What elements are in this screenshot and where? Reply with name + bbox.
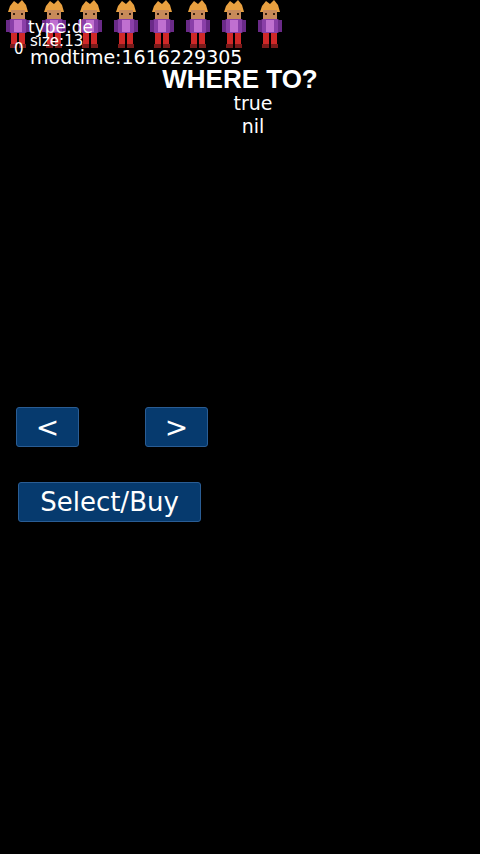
- character-sprite-icon: [220, 0, 248, 48]
- next-button[interactable]: >: [145, 407, 208, 447]
- nav-row: <>: [0, 407, 480, 447]
- character-sprite-icon: [4, 0, 32, 48]
- game-screen: type:desize:130modtime:1616229305WHERE T…: [0, 0, 480, 854]
- title: WHERE TO?: [0, 66, 480, 92]
- debug-text: modtime:1616229305: [30, 48, 242, 67]
- header: type:desize:130modtime:1616229305: [0, 0, 480, 66]
- value-line: true: [0, 92, 480, 115]
- debug-text: 0: [14, 42, 24, 57]
- debug-text: size:13: [30, 34, 83, 49]
- prev-button[interactable]: <: [16, 407, 79, 447]
- character-sprite-icon: [148, 0, 176, 48]
- value-line: nil: [0, 115, 480, 138]
- character-sprite-icon: [184, 0, 212, 48]
- character-sprite-icon: [256, 0, 284, 48]
- character-sprite-icon: [112, 0, 140, 48]
- select-buy-button[interactable]: Select/Buy: [18, 482, 201, 522]
